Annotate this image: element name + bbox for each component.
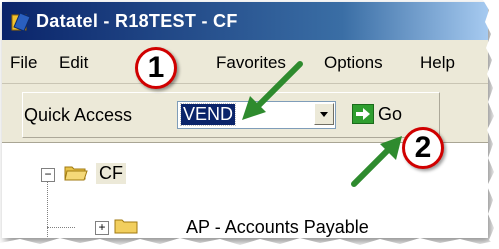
menu-options[interactable]: Options — [324, 53, 383, 73]
tree-connector — [47, 227, 75, 228]
green-arrow-icon — [351, 136, 402, 187]
tree-connector — [47, 179, 48, 237]
application-window: Datatel - R18TEST - CF File Edit Favorit… — [2, 2, 488, 238]
tree-item-cf[interactable]: CF — [96, 163, 126, 184]
go-label: Go — [378, 103, 403, 124]
quick-access-label: Quick Access — [24, 105, 133, 125]
go-arrow-icon — [352, 104, 374, 124]
step-callout-1: 1 — [135, 47, 177, 89]
menu-help[interactable]: Help — [420, 53, 455, 73]
title-bar: Datatel - R18TEST - CF — [2, 2, 488, 40]
chevron-down-icon — [320, 112, 328, 117]
tree-collapse-toggle[interactable]: − — [41, 168, 55, 182]
combo-dropdown-button[interactable] — [314, 103, 334, 125]
app-icon — [11, 12, 31, 32]
torn-edge — [0, 238, 499, 249]
tree-expand-toggle[interactable]: + — [95, 221, 109, 235]
menu-edit[interactable]: Edit — [59, 53, 88, 73]
quick-access-input[interactable]: VEND — [179, 103, 237, 126]
torn-edge — [483, 0, 499, 249]
menu-file[interactable]: File — [10, 53, 37, 73]
green-arrow-icon — [242, 61, 303, 120]
step-callout-2: 2 — [402, 127, 444, 169]
go-button[interactable]: Go — [352, 102, 402, 126]
folder-icon — [114, 219, 138, 234]
window-title: Datatel - R18TEST - CF — [36, 11, 238, 31]
folder-open-icon — [64, 166, 88, 181]
